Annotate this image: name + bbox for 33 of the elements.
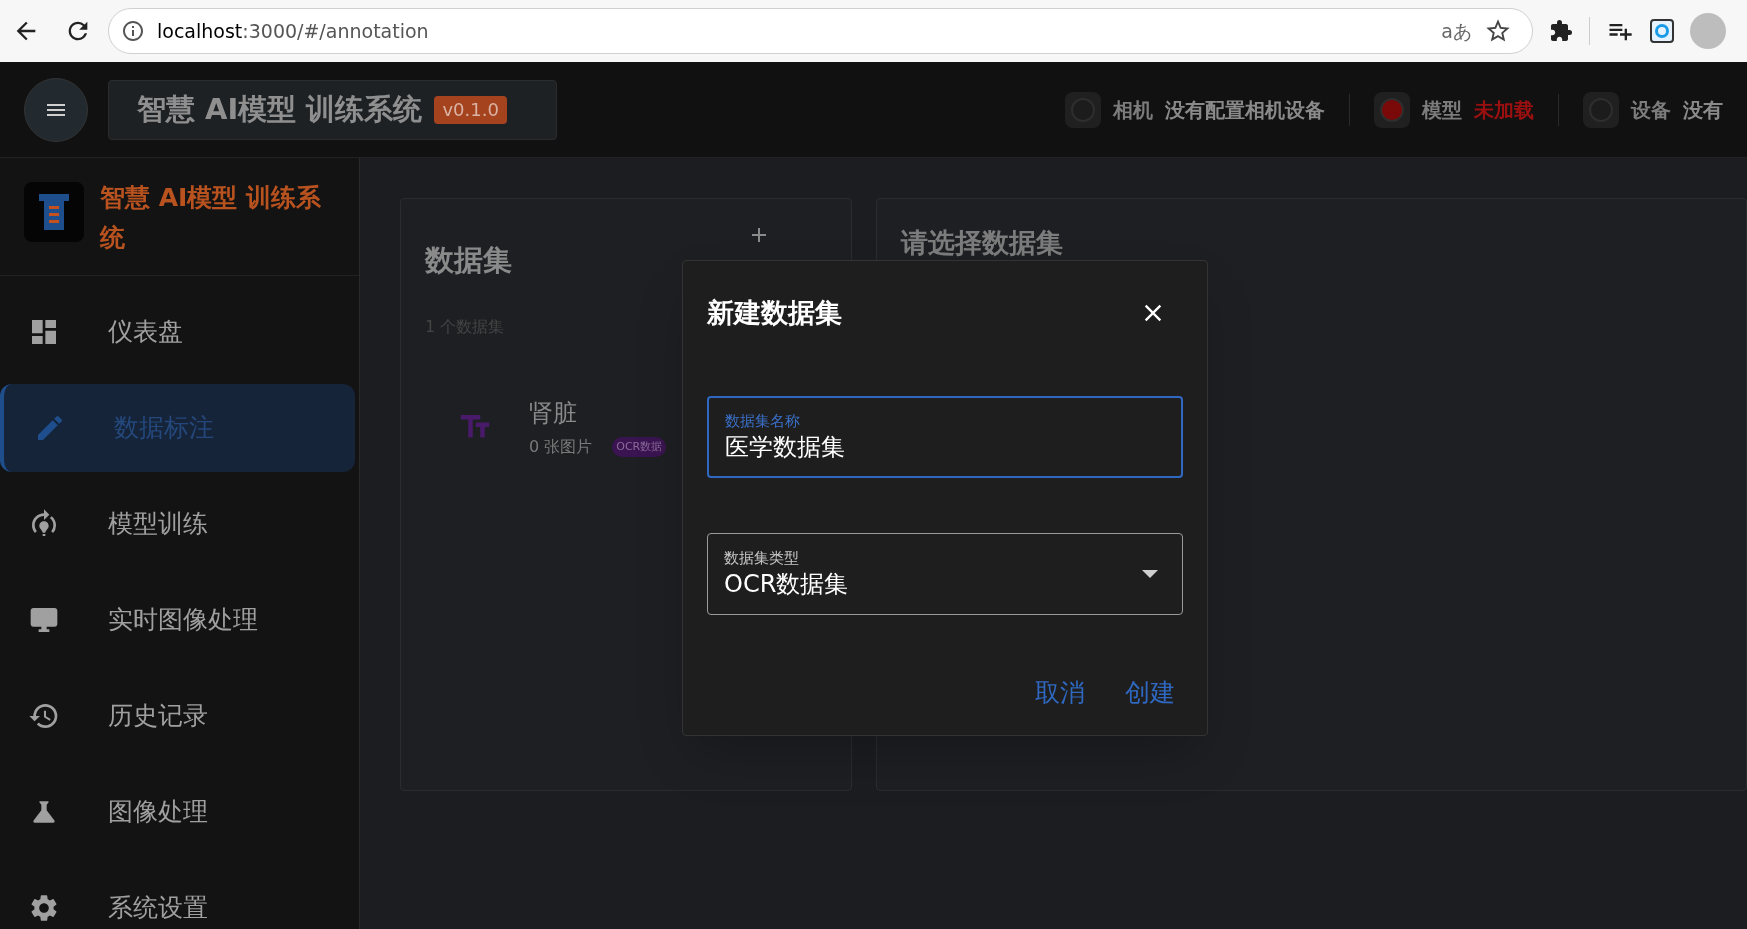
dataset-name: 肾脏 (529, 397, 578, 429)
status-label: 模型 (1422, 96, 1462, 124)
dataset-name-field[interactable]: 数据集名称 医学数据集 (707, 395, 1183, 478)
translate-icon[interactable]: aあ (1441, 16, 1472, 46)
status-value: 未加载 (1474, 96, 1534, 124)
dialog-title: 新建数据集 (707, 296, 842, 330)
address-bar[interactable]: localhost:3000/#/annotation aあ (108, 8, 1533, 54)
status-label: 相机 (1113, 96, 1153, 124)
browser-e-icon[interactable] (1650, 19, 1674, 43)
dataset-type-select[interactable]: 数据集类型 OCR数据集 (707, 532, 1183, 615)
status-value: 没有配置相机设备 (1165, 96, 1325, 124)
version-badge: v0.1.0 (434, 95, 507, 124)
app-title: 智慧 AI模型 训练系统 (137, 90, 423, 128)
panel-title: 数据集 (425, 242, 512, 279)
dropdown-caret-icon (1142, 569, 1158, 578)
url-text: localhost:3000/#/annotation (157, 18, 430, 44)
nav-item[interactable]: 仪表盘 (0, 288, 359, 376)
field-label: 数据集名称 (725, 410, 801, 431)
panel-title: 请选择数据集 (901, 227, 1063, 258)
field-label: 数据集类型 (724, 547, 800, 568)
logo-icon (39, 194, 69, 230)
brand-name: 智慧 AI模型 训练系统 (100, 182, 323, 254)
nav-item[interactable]: 系统设置 (0, 864, 359, 929)
image-count: 0 张图片 (529, 435, 593, 458)
status-value: 没有 (1683, 96, 1723, 124)
nav-item[interactable]: 实时图像处理 (0, 576, 359, 664)
nav-item[interactable]: 历史记录 (0, 672, 359, 760)
nav-item[interactable]: 模型训练 (0, 480, 359, 568)
status-label: 设备 (1631, 96, 1671, 124)
dataset-type-tag: OCR数据 (612, 436, 667, 457)
puzzle-icon[interactable] (1549, 19, 1573, 43)
nav-item[interactable]: 图像处理 (0, 768, 359, 856)
info-icon[interactable] (121, 19, 145, 43)
